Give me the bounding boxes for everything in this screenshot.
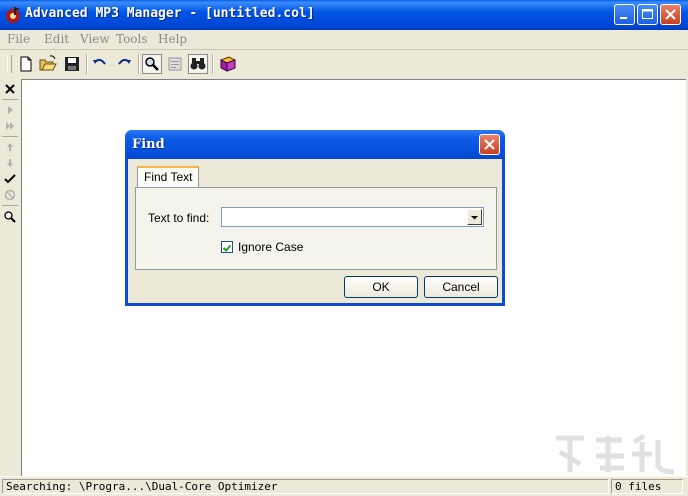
find-dialog: Find Find Text Text to find: Ignore Case… [125,130,505,306]
close-x-icon[interactable] [3,82,17,96]
toolbar-separator [212,54,214,74]
menu-file[interactable]: File [7,32,30,46]
left-toolbar [0,78,20,476]
main-toolbar [0,50,688,78]
watermark-logo [556,433,675,475]
maximize-button[interactable] [637,4,658,25]
tab-find-text[interactable]: Find Text [137,166,200,188]
find-icon[interactable] [142,54,162,74]
find-text-panel: Text to find: Ignore Case [135,187,497,270]
ok-button[interactable]: OK [344,276,418,298]
menu-tools[interactable]: Tools [116,32,148,46]
checkmark-icon [222,244,232,252]
text-to-find-input[interactable] [224,209,464,225]
properties-icon[interactable] [165,54,185,74]
menu-edit[interactable]: Edit [44,32,69,46]
ignore-case-label[interactable]: Ignore Case [238,240,303,254]
toolbar-grip[interactable] [7,55,12,73]
menu-view[interactable]: View [80,32,110,46]
new-file-icon[interactable] [16,54,36,74]
dialog-title: Find [132,137,165,152]
dialog-body: Find Text Text to find: Ignore Case OK C… [128,159,502,303]
maximize-icon [642,9,653,19]
ignore-case-checkbox[interactable] [221,241,233,253]
status-file-count: 0 files [611,479,683,494]
combo-dropdown-button[interactable] [467,209,482,225]
cancel-button[interactable]: Cancel [424,276,498,298]
window-title: Advanced MP3 Manager - [untitled.col] [25,6,315,21]
title-bar[interactable]: Advanced MP3 Manager - [untitled.col] [0,0,688,30]
checkmark-icon[interactable] [3,172,17,186]
toolbar-separator [86,54,88,74]
close-button[interactable] [660,4,681,25]
no-icon[interactable] [3,188,17,202]
search-icon[interactable] [3,210,17,224]
minimize-icon [620,17,627,19]
app-icon [6,7,20,23]
toolbar-separator [138,54,140,74]
binoculars-icon[interactable] [188,54,208,74]
book-icon[interactable] [218,54,238,74]
text-to-find-combo[interactable] [221,207,484,227]
arrow-up-icon[interactable] [3,140,17,154]
status-message: Searching: \Progra...\Dual-Core Optimize… [2,479,609,494]
text-to-find-label: Text to find: [148,211,210,225]
close-icon [484,139,495,150]
status-bar: Searching: \Progra...\Dual-Core Optimize… [0,476,688,496]
play-next-icon[interactable] [3,119,17,133]
open-folder-icon[interactable] [38,54,58,74]
undo-icon[interactable] [90,54,110,74]
save-icon[interactable] [62,54,82,74]
dialog-title-bar[interactable]: Find [125,130,505,159]
close-icon [665,9,676,20]
chevron-down-icon [471,216,478,220]
dialog-close-button[interactable] [479,134,500,155]
redo-icon[interactable] [114,54,134,74]
menu-bar: File Edit View Tools Help [0,30,688,49]
play-icon[interactable] [3,103,17,117]
arrow-down-icon[interactable] [3,156,17,170]
menu-help[interactable]: Help [158,32,187,46]
minimize-button[interactable] [614,4,635,25]
